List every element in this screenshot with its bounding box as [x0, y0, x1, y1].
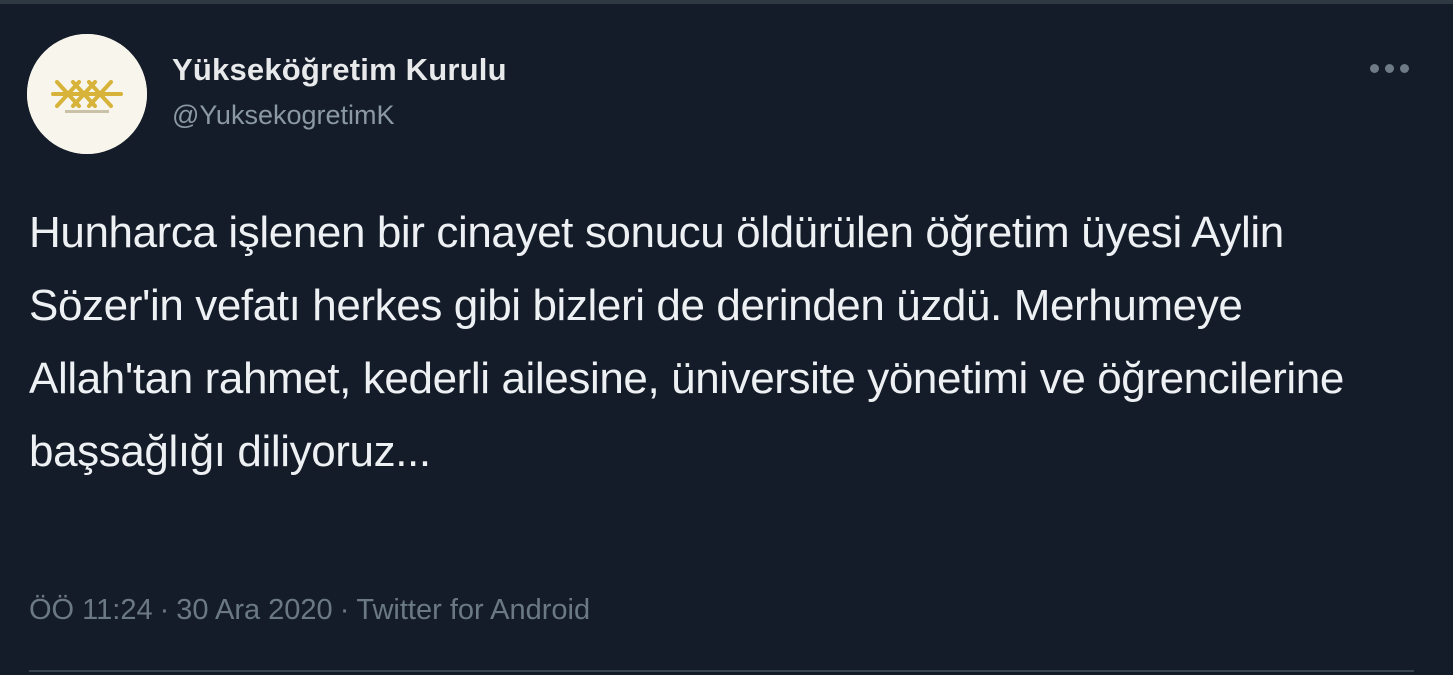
- display-name[interactable]: Yükseköğretim Kurulu: [172, 52, 507, 88]
- tweet-date[interactable]: 30 Ara 2020: [176, 594, 332, 626]
- tweet-time[interactable]: ÖÖ 11:24: [29, 594, 153, 626]
- avatar[interactable]: [27, 34, 147, 154]
- yok-logo-icon: [27, 34, 147, 154]
- more-dot: [1370, 64, 1379, 73]
- more-dot: [1385, 64, 1394, 73]
- tweet-meta: ÖÖ 11:24 · 30 Ara 2020 · Twitter for Android: [29, 594, 590, 627]
- meta-separator: ·: [339, 594, 350, 626]
- tweet-source[interactable]: Twitter for Android: [356, 594, 590, 626]
- divider: [29, 670, 1414, 672]
- more-dot: [1400, 64, 1409, 73]
- tweet-text: Hunharca işlenen bir cinayet sonucu öldü…: [29, 208, 1344, 476]
- tweet-card: Yükseköğretim Kurulu @YuksekogretimK Hun…: [0, 0, 1453, 675]
- meta-separator: ·: [159, 594, 170, 626]
- more-options-icon[interactable]: [1364, 56, 1416, 80]
- user-handle[interactable]: @YuksekogretimK: [172, 100, 395, 131]
